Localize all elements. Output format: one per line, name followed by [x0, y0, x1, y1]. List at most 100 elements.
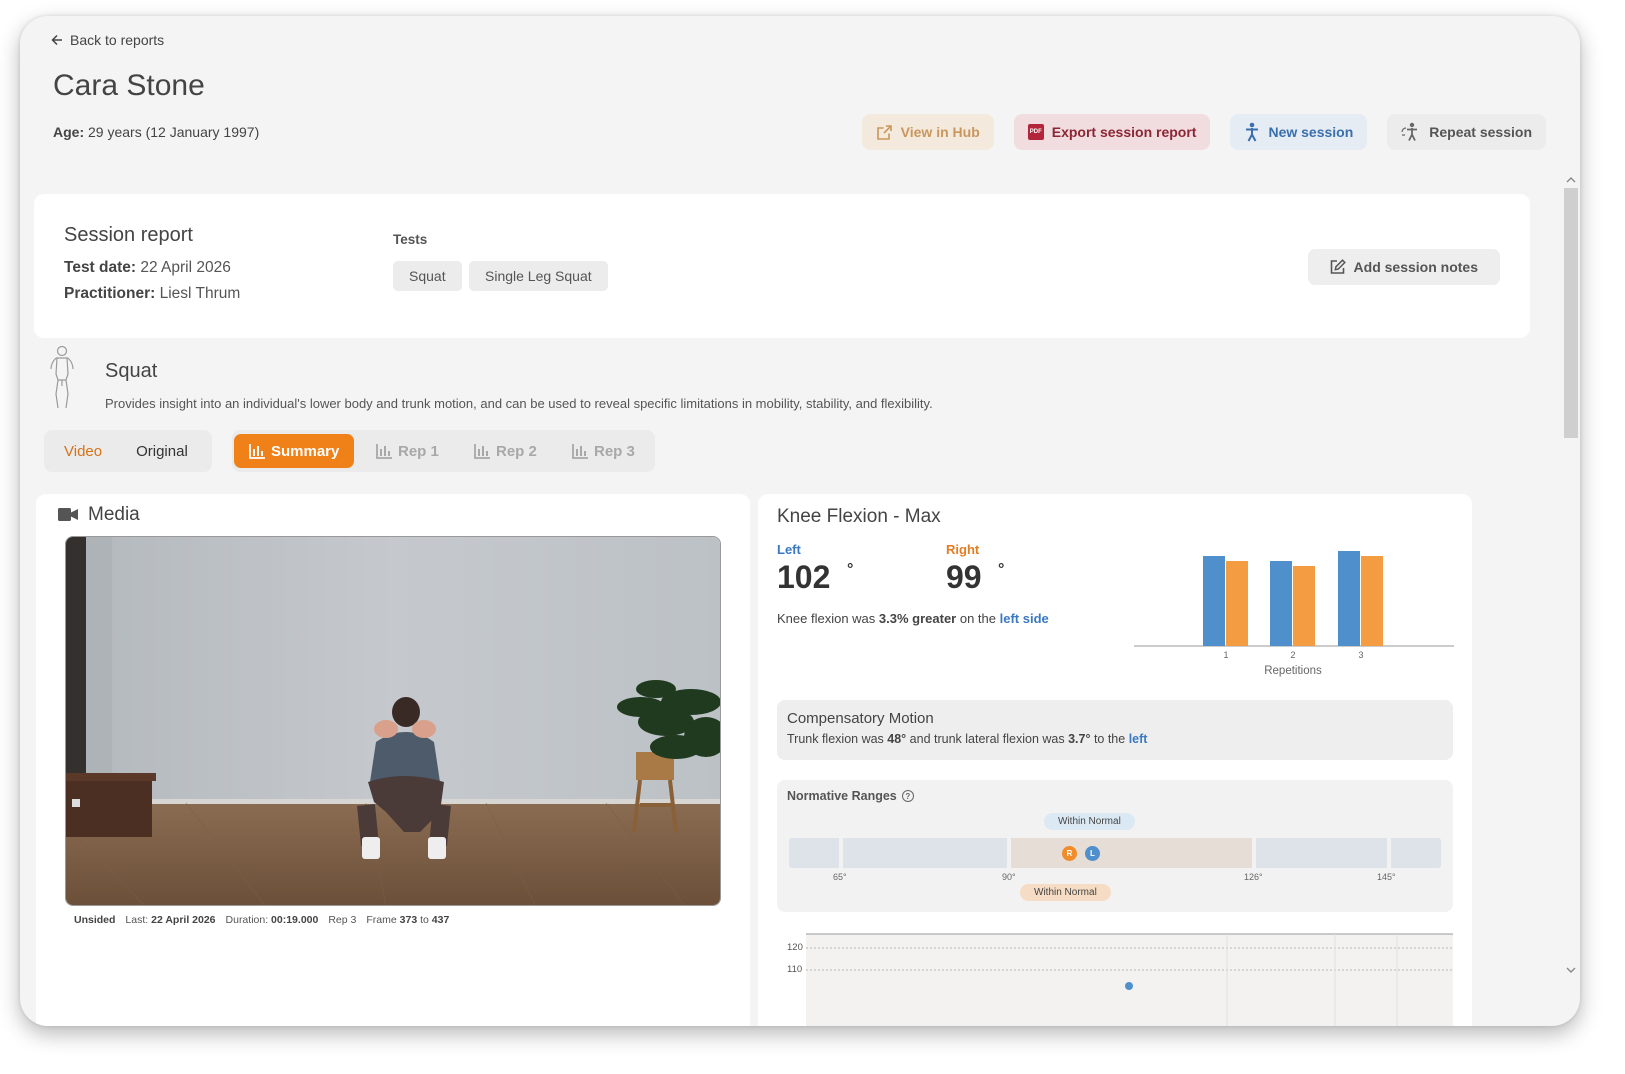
knee-flexion-summary: Knee flexion was 3.3% greater on the lef…	[777, 611, 1049, 626]
comp-t2: and trunk lateral flexion was	[906, 732, 1069, 746]
bar-right-rep-1	[1226, 561, 1248, 646]
bar-chart-icon	[249, 443, 265, 459]
video-last-label: Last:	[125, 914, 149, 926]
comp-t1: Trunk flexion was	[787, 732, 888, 746]
toggle-video[interactable]: Video	[44, 443, 122, 460]
age-value: 29 years (12 January 1997)	[84, 124, 260, 140]
repeat-person-icon	[1401, 122, 1418, 141]
media-title: Media	[88, 504, 140, 525]
session-report-title: Session report	[64, 224, 193, 246]
export-label: Export session report	[1051, 124, 1197, 140]
range-segment-4	[1256, 838, 1387, 868]
y-tick-120: 120	[787, 942, 803, 953]
tick-65: 65°	[833, 872, 847, 882]
back-to-reports-link[interactable]: Back to reports	[50, 32, 164, 48]
tests-label: Tests	[393, 232, 428, 247]
y-tick-110: 110	[787, 964, 803, 975]
knee-flexion-card: Knee Flexion - Max Left 102 ° Right 99 °…	[758, 494, 1472, 1026]
compensatory-motion-box: Compensatory Motion Trunk flexion was 48…	[777, 700, 1453, 760]
tab-summary-label: Summary	[271, 442, 340, 460]
scroll-down-icon[interactable]	[1566, 966, 1576, 974]
video-rep: Rep 3	[328, 914, 357, 926]
summary-pre: Knee flexion was	[777, 611, 879, 626]
add-notes-label: Add session notes	[1353, 259, 1478, 275]
left-label: Left	[777, 542, 801, 557]
report-scroll-area[interactable]: Session report Test date: 22 April 2026 …	[20, 174, 1580, 1026]
video-frame	[66, 537, 720, 905]
video-duration-value: 00:19.000	[271, 914, 319, 926]
external-link-icon	[876, 124, 892, 140]
tick-145: 145°	[1377, 872, 1396, 882]
view-in-hub-button[interactable]: View in Hub	[861, 114, 994, 150]
comp-t3: to the	[1090, 732, 1129, 746]
patient-age: Age: 29 years (12 January 1997)	[53, 124, 259, 140]
toggle-original[interactable]: Original	[122, 443, 208, 460]
comp-side: left	[1128, 732, 1148, 746]
test-chip-squat[interactable]: Squat	[393, 261, 462, 291]
tab-summary[interactable]: Summary	[234, 434, 355, 468]
test-description: Provides insight into an individual's lo…	[105, 396, 933, 411]
tick-90: 90°	[1002, 872, 1016, 882]
frame-label: Frame	[366, 914, 397, 926]
tab-rep-3[interactable]: Rep 3	[572, 434, 635, 468]
frame-to-label: to	[420, 914, 429, 926]
session-video[interactable]	[65, 536, 721, 906]
tab-rep-1[interactable]: Rep 1	[376, 434, 439, 468]
bar-right-rep-3	[1361, 556, 1383, 646]
video-side: Unsided	[74, 914, 116, 926]
summary-percent: 3.3% greater	[878, 611, 957, 626]
bar-chart-icon	[572, 443, 588, 459]
within-normal-pill-right: Within Normal	[1020, 884, 1111, 901]
x-tick-label: 2	[1290, 650, 1295, 660]
range-segment-2	[843, 838, 1007, 868]
x-tick-label: 1	[1223, 650, 1228, 660]
media-view-toggle: Video Original	[44, 430, 212, 472]
tab-rep-1-label: Rep 1	[398, 442, 439, 460]
person-icon	[1246, 122, 1259, 142]
bar-left-rep-2	[1270, 561, 1292, 646]
video-metadata: Unsided Last: 22 April 2026 Duration: 00…	[74, 914, 449, 926]
video-duration-label: Duration:	[225, 914, 269, 926]
tab-rep-3-label: Rep 3	[594, 442, 635, 460]
age-label: Age:	[53, 124, 85, 140]
normative-ranges-title: Normative Ranges?	[787, 789, 914, 803]
repeat-session-label: Repeat session	[1429, 124, 1532, 140]
knee-flexion-timeseries: 120 110	[777, 932, 1453, 1026]
scrollbar-thumb[interactable]	[1564, 188, 1578, 438]
app-window: Back to reports Cara Stone Age: 29 years…	[20, 16, 1580, 1026]
new-session-button[interactable]: New session	[1230, 114, 1368, 150]
repeat-session-button[interactable]: Repeat session	[1387, 114, 1546, 150]
scroll-up-icon[interactable]	[1566, 176, 1576, 184]
test-chip-single-leg-squat[interactable]: Single Leg Squat	[469, 261, 608, 291]
comp-v1: 48°	[887, 732, 907, 746]
media-card: Media Unsided Last: 22 April 2026 Durati…	[36, 494, 750, 1026]
summary-mid: on the	[956, 611, 1000, 626]
left-degree: °	[847, 561, 854, 578]
frame-to: 437	[431, 914, 450, 926]
help-icon[interactable]: ?	[901, 790, 914, 802]
patient-name: Cara Stone	[53, 69, 205, 102]
bar-left-rep-3	[1338, 551, 1360, 646]
practitioner-value: Liesl Thrum	[155, 285, 241, 302]
summary-side: left side	[999, 611, 1049, 626]
bar-right-rep-2	[1293, 566, 1315, 646]
bar-chart-icon	[376, 443, 392, 459]
video-duration: Duration: 00:19.000	[226, 914, 319, 926]
right-degree: °	[998, 561, 1005, 578]
x-axis-label: Repetitions	[1264, 665, 1322, 677]
range-segment-normal	[1011, 838, 1252, 868]
edit-icon	[1330, 259, 1346, 274]
frame-from: 373	[399, 914, 418, 926]
add-session-notes-button[interactable]: Add session notes	[1307, 249, 1500, 285]
range-segment-1	[789, 838, 839, 868]
normative-title-label: Normative Ranges	[787, 789, 897, 803]
test-date: Test date: 22 April 2026	[64, 259, 231, 277]
right-value: 99	[946, 559, 982, 595]
export-session-report-button[interactable]: PDF Export session report	[1013, 114, 1211, 150]
test-title: Squat	[105, 360, 158, 382]
tab-rep-2[interactable]: Rep 2	[474, 434, 537, 468]
test-date-label: Test date:	[64, 259, 137, 276]
right-marker: R	[1062, 846, 1077, 861]
comp-v2: 3.7°	[1068, 732, 1091, 746]
vertical-scrollbar[interactable]	[1562, 174, 1580, 1026]
